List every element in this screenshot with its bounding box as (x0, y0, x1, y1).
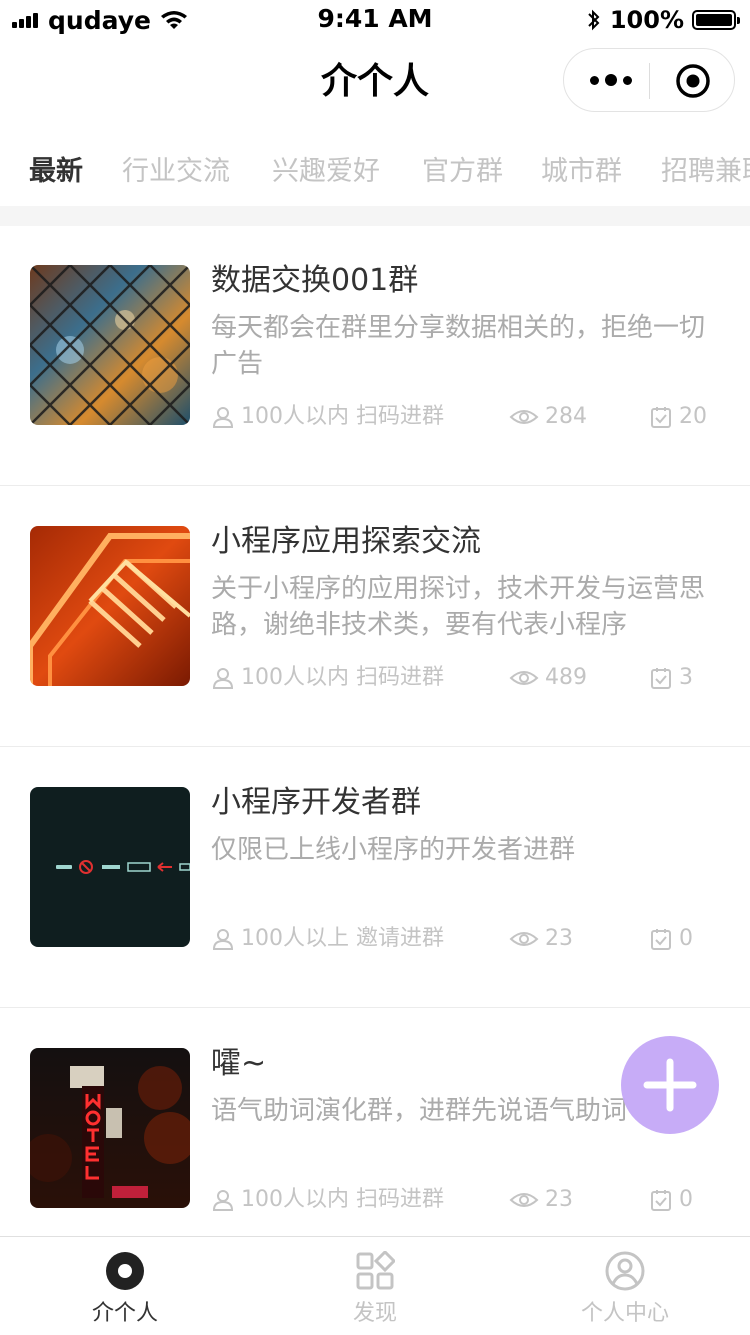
checkin-count: 20 (649, 400, 707, 434)
bluetooth-icon (588, 9, 600, 31)
tab-recruitment[interactable]: 招聘兼职 (661, 152, 750, 192)
user-icon (212, 1190, 234, 1211)
group-card[interactable]: 数据交换001群 每天都会在群里分享数据相关的，拒绝一切广告 100人以内 扫码… (0, 226, 750, 486)
checkin-count-value: 0 (679, 1187, 693, 1212)
bottom-tab-bar: 介个人 发现 个人中心 (0, 1236, 750, 1334)
group-thumbnail (30, 526, 190, 686)
view-count: 284 (509, 400, 587, 434)
user-icon (212, 668, 234, 689)
group-description: 每天都会在群里分享数据相关的，拒绝一切广告 (211, 313, 706, 379)
group-meta: 100人以内 扫码进群 489 3 (211, 661, 721, 695)
user-icon (212, 929, 234, 950)
battery-percentage: 100% (609, 6, 684, 34)
member-info: 100人以内 扫码进群 (211, 400, 444, 434)
section-divider (0, 206, 750, 226)
member-size: 100人以内 (241, 404, 349, 429)
tab-official[interactable]: 官方群 (422, 152, 503, 192)
join-method: 扫码进群 (356, 1187, 445, 1212)
category-tabs: 最新 行业交流 兴趣爱好 官方群 城市群 招聘兼职 (0, 140, 750, 204)
group-meta: 100人以内 扫码进群 23 0 (211, 1183, 721, 1217)
eye-icon (509, 410, 539, 424)
view-count-value: 23 (545, 1187, 573, 1212)
group-card[interactable]: 小程序应用探索交流 关于小程序的应用探讨，技术开发与运营思路，谢绝非技术类，要有… (0, 487, 750, 747)
group-title: 数据交换001群 (211, 263, 419, 298)
checkin-count-value: 20 (679, 404, 707, 429)
tabbar-item-profile[interactable]: 个人中心 (500, 1237, 750, 1335)
eye-icon (509, 1193, 539, 1207)
join-method: 扫码进群 (356, 404, 445, 429)
member-size: 100人以内 (241, 1187, 349, 1212)
clipboard-check-icon (651, 929, 671, 950)
grid-discover-icon (356, 1251, 395, 1290)
clipboard-check-icon (651, 668, 671, 689)
group-card[interactable]: 小程序开发者群 仅限已上线小程序的开发者进群 100人以上 邀请进群 23 0 (0, 748, 750, 1008)
plus-icon (643, 1058, 697, 1112)
view-count: 23 (509, 922, 573, 956)
group-description: 语气助词演化群，进群先说语气助词 (211, 1096, 628, 1126)
tabbar-item-discover[interactable]: 发现 (250, 1237, 500, 1335)
user-icon (212, 407, 234, 428)
group-description: 仅限已上线小程序的开发者进群 (211, 835, 576, 865)
member-info: 100人以内 扫码进群 (211, 661, 444, 695)
group-thumbnail (30, 787, 190, 947)
status-bar: qudaye 9:41 AM 100% (0, 0, 750, 40)
group-meta: 100人以内 扫码进群 284 20 (211, 400, 721, 434)
home-circle-icon (106, 1252, 144, 1290)
view-count: 489 (509, 661, 587, 695)
tab-industry[interactable]: 行业交流 (122, 152, 230, 192)
join-method: 扫码进群 (356, 665, 445, 690)
clipboard-check-icon (651, 1190, 671, 1211)
user-profile-icon (605, 1251, 645, 1291)
member-size: 100人以内 (241, 665, 349, 690)
checkin-count: 3 (649, 661, 693, 695)
checkin-count-value: 0 (679, 926, 693, 951)
view-count-value: 284 (545, 404, 587, 429)
close-target-icon[interactable] (675, 63, 711, 99)
eye-icon (509, 671, 539, 685)
view-count-value: 489 (545, 665, 587, 690)
group-title: 小程序应用探索交流 (211, 524, 481, 559)
battery-icon (692, 10, 740, 30)
tabbar-label: 个人中心 (580, 1301, 669, 1326)
view-count-value: 23 (545, 926, 573, 951)
mini-program-capsule (563, 48, 735, 112)
tab-hobbies[interactable]: 兴趣爱好 (272, 152, 380, 192)
group-thumbnail (30, 1048, 190, 1208)
group-title: 小程序开发者群 (211, 785, 421, 820)
tab-latest[interactable]: 最新 (29, 152, 83, 192)
capsule-divider (649, 63, 650, 99)
group-meta: 100人以上 邀请进群 23 0 (211, 922, 721, 956)
tabbar-item-home[interactable]: 介个人 (0, 1237, 250, 1335)
checkin-count: 0 (649, 922, 693, 956)
add-group-button[interactable] (621, 1036, 719, 1134)
more-options-button[interactable] (582, 63, 640, 97)
clipboard-check-icon (651, 407, 671, 428)
member-info: 100人以内 扫码进群 (211, 1183, 444, 1217)
group-title: 嚯~ (211, 1046, 267, 1081)
group-thumbnail (30, 265, 190, 425)
join-method: 邀请进群 (356, 926, 445, 951)
eye-icon (509, 932, 539, 946)
group-description: 关于小程序的应用探讨，技术开发与运营思路，谢绝非技术类，要有代表小程序 (211, 574, 706, 640)
tabbar-label: 介个人 (91, 1301, 158, 1326)
view-count: 23 (509, 1183, 573, 1217)
checkin-count: 0 (649, 1183, 693, 1217)
status-right: 100% (586, 6, 740, 34)
tabbar-label: 发现 (352, 1301, 397, 1326)
member-info: 100人以上 邀请进群 (211, 922, 444, 956)
member-size: 100人以上 (241, 926, 349, 951)
tab-city[interactable]: 城市群 (541, 152, 622, 192)
checkin-count-value: 3 (679, 665, 693, 690)
